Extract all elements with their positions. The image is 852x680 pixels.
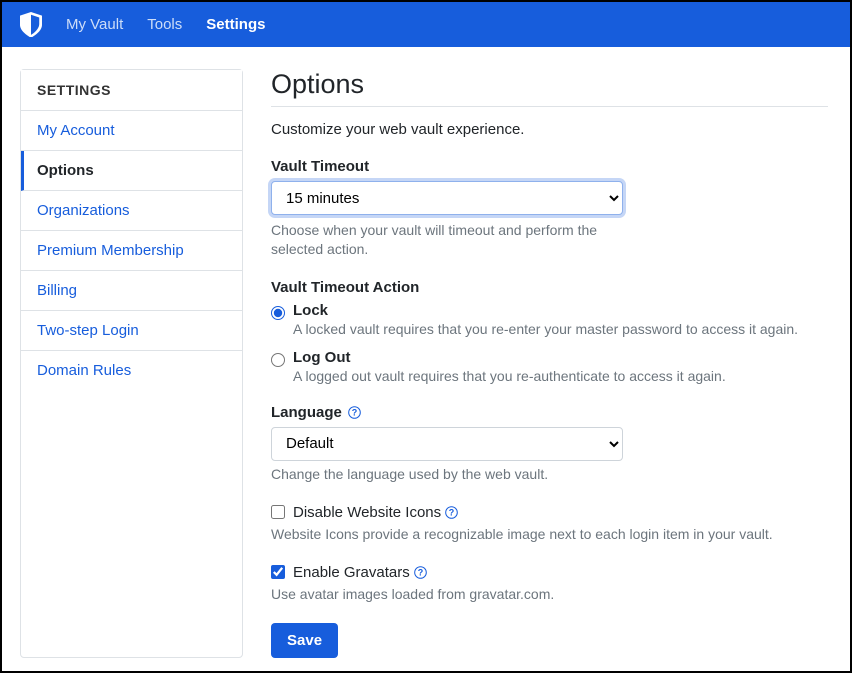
shield-logo-icon [20, 12, 42, 38]
enable-gravatars-label: Enable Gravatars ? [293, 564, 427, 581]
radio-lock-desc: A locked vault requires that you re-ente… [293, 321, 798, 337]
disable-icons-label: Disable Website Icons ? [293, 504, 458, 521]
settings-sidebar: SETTINGS My Account Options Organization… [20, 69, 243, 658]
disable-icons-checkbox[interactable] [271, 505, 285, 519]
sidebar-item-premium-membership[interactable]: Premium Membership [21, 231, 242, 271]
radio-lock-row: Lock A locked vault requires that you re… [271, 302, 828, 337]
svg-text:?: ? [352, 407, 358, 417]
sidebar-item-billing[interactable]: Billing [21, 271, 242, 311]
sidebar-item-my-account[interactable]: My Account [21, 111, 242, 151]
top-navbar: My Vault Tools Settings [2, 2, 850, 47]
radio-lock-label: Lock [293, 302, 798, 319]
sidebar-header: SETTINGS [21, 70, 242, 111]
help-icon[interactable]: ? [414, 566, 427, 579]
vault-timeout-select[interactable]: 15 minutes [271, 181, 623, 215]
language-select[interactable]: Default [271, 427, 623, 461]
help-icon[interactable]: ? [445, 506, 458, 519]
radio-lock[interactable] [271, 306, 285, 320]
sidebar-item-organizations[interactable]: Organizations [21, 191, 242, 231]
svg-text:?: ? [417, 567, 423, 577]
radio-logout-desc: A logged out vault requires that you re-… [293, 368, 726, 384]
language-help: Change the language used by the web vaul… [271, 465, 828, 484]
vault-timeout-group: Vault Timeout 15 minutes Choose when you… [271, 158, 828, 259]
main-content: Options Customize your web vault experie… [271, 69, 832, 658]
page-title: Options [271, 69, 828, 100]
enable-gravatars-checkbox[interactable] [271, 565, 285, 579]
svg-text:?: ? [449, 507, 455, 517]
enable-gravatars-help: Use avatar images loaded from gravatar.c… [271, 585, 828, 604]
disable-icons-help: Website Icons provide a recognizable ima… [271, 525, 828, 544]
language-label: Language ? [271, 404, 828, 421]
vault-timeout-label: Vault Timeout [271, 158, 828, 175]
nav-my-vault[interactable]: My Vault [66, 16, 123, 33]
help-icon[interactable]: ? [348, 406, 361, 419]
nav-tools[interactable]: Tools [147, 16, 182, 33]
save-button[interactable]: Save [271, 623, 338, 658]
disable-icons-group: Disable Website Icons ? Website Icons pr… [271, 504, 828, 544]
vault-timeout-help: Choose when your vault will timeout and … [271, 221, 611, 259]
page-description: Customize your web vault experience. [271, 121, 828, 138]
sidebar-item-domain-rules[interactable]: Domain Rules [21, 351, 242, 390]
nav-settings[interactable]: Settings [206, 16, 265, 33]
radio-logout[interactable] [271, 353, 285, 367]
sidebar-item-options[interactable]: Options [21, 151, 242, 191]
enable-gravatars-group: Enable Gravatars ? Use avatar images loa… [271, 564, 828, 604]
radio-logout-row: Log Out A logged out vault requires that… [271, 349, 828, 384]
sidebar-item-two-step-login[interactable]: Two-step Login [21, 311, 242, 351]
vault-timeout-action-group: Vault Timeout Action Lock A locked vault… [271, 279, 828, 384]
title-divider [271, 106, 828, 107]
vault-timeout-action-label: Vault Timeout Action [271, 279, 828, 296]
language-group: Language ? Default Change the language u… [271, 404, 828, 484]
radio-logout-label: Log Out [293, 349, 726, 366]
